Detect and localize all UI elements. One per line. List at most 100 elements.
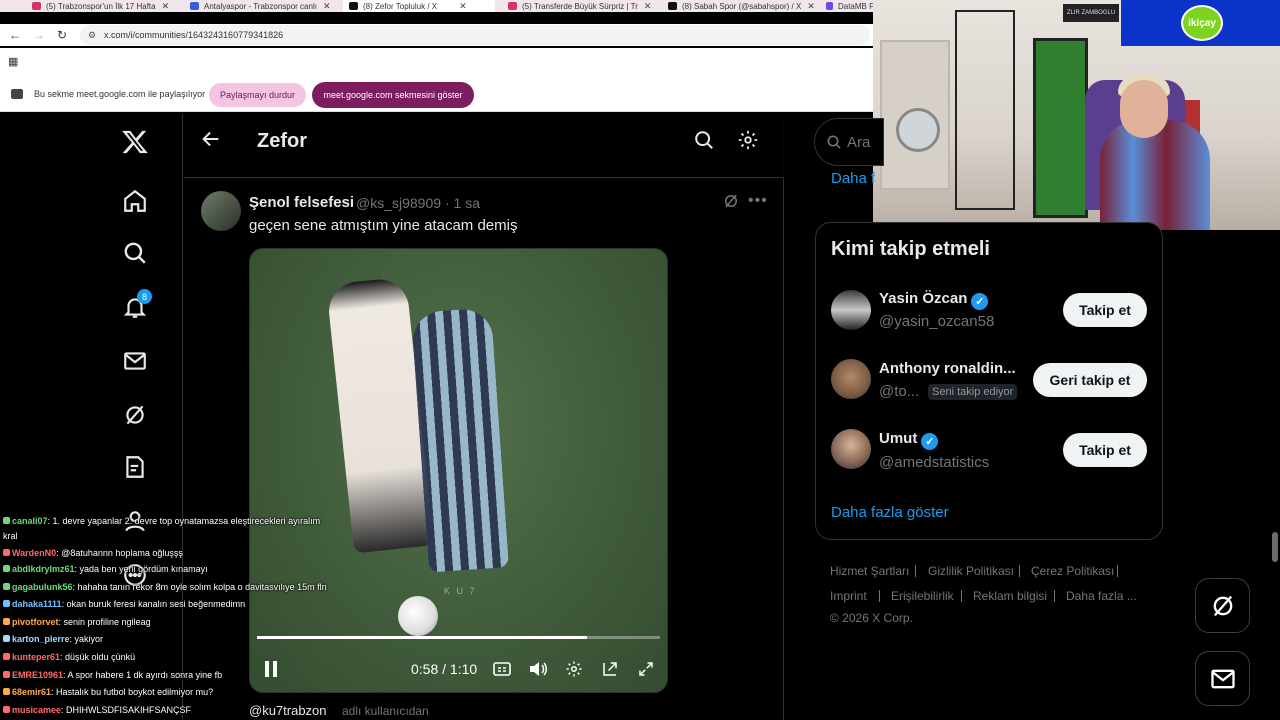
bookmarks-row xyxy=(0,48,873,76)
follow-button[interactable]: Takip et xyxy=(1063,293,1147,327)
grok-fab-button[interactable] xyxy=(1195,578,1250,633)
browser-tab-active[interactable]: (8) Zefor Topluluk / X ✕ xyxy=(343,0,495,12)
webcam-background-fan xyxy=(896,108,940,152)
chat-message: dahaka1111: okan buruk feresi kanalın se… xyxy=(3,599,245,609)
volume-icon[interactable] xyxy=(527,658,549,680)
chat-text: : Hastalık bu futbol boykot edilmiyor mu… xyxy=(51,687,214,697)
browser-tab[interactable]: Antalyaspor - Trabzonspor canlı ✕ xyxy=(190,0,335,12)
footer-link-privacy[interactable]: Gizlilik Politikası xyxy=(928,564,1014,578)
video-frame-ball xyxy=(398,596,438,636)
page-scrollbar[interactable] xyxy=(1272,532,1278,562)
footer-link-imprint[interactable]: Imprint xyxy=(830,589,867,603)
site-info-icon[interactable]: ⚙ xyxy=(88,30,96,41)
grok-icon[interactable] xyxy=(120,400,150,430)
video-settings-icon[interactable] xyxy=(563,658,585,680)
suggestion-avatar[interactable] xyxy=(831,429,871,469)
stop-sharing-button[interactable]: Paylaşmayı durdur xyxy=(209,83,306,107)
drafts-icon[interactable] xyxy=(120,452,150,482)
browser-tab[interactable]: (5) Transferde Büyük Sürpriz | Tr ✕ xyxy=(508,0,656,12)
messages-fab-button[interactable] xyxy=(1195,651,1250,706)
back-arrow-icon[interactable] xyxy=(200,128,224,152)
close-tab-icon[interactable]: ✕ xyxy=(323,1,331,12)
suggestion-name[interactable]: Umut ✓ xyxy=(879,430,939,450)
author-avatar[interactable] xyxy=(201,191,241,231)
footer-link-ads-info[interactable]: Reklam bilgisi xyxy=(973,589,1047,603)
follows-you-badge: Seni takip ediyor xyxy=(928,384,1018,400)
chat-badge-icon xyxy=(3,653,10,660)
chat-username: canali07 xyxy=(12,516,48,526)
chat-badge-icon xyxy=(3,618,10,625)
suggestion-name[interactable]: Yasin Özcan ✓ xyxy=(879,290,989,310)
browser-tab[interactable]: (8) Sabah Spor (@sabahspor) / X ✕ xyxy=(668,0,818,12)
grok-explain-icon[interactable] xyxy=(722,192,740,210)
back-icon[interactable]: ← xyxy=(9,28,21,42)
follow-back-button[interactable]: Geri takip et xyxy=(1033,363,1147,397)
browser-tab[interactable]: DataMB F xyxy=(826,0,873,12)
tab-label: (5) Trabzonspor'un İlk 17 Hafta xyxy=(46,1,156,11)
settings-gear-icon[interactable] xyxy=(737,129,761,153)
url-text[interactable]: x.com/i/communities/1643243160779341826 xyxy=(104,30,283,40)
post-time[interactable]: · 1 sa xyxy=(445,195,480,211)
chat-message: kral xyxy=(3,531,18,541)
home-icon[interactable] xyxy=(120,186,150,216)
suggestion-name[interactable]: Anthony ronaldin... xyxy=(879,360,1016,377)
show-meet-tab-button[interactable]: meet.google.com sekmesini göster xyxy=(312,82,474,108)
suggestion-handle[interactable]: @to... xyxy=(879,383,919,400)
footer-separator xyxy=(879,590,880,602)
stream-logo: ikiçay xyxy=(1181,5,1223,41)
search-icon[interactable] xyxy=(120,238,150,268)
chat-message: kunteper61: düşük oldu çünkü xyxy=(3,652,135,662)
suggestion-name-text: Umut xyxy=(879,430,918,447)
screen-share-icon xyxy=(11,89,23,99)
chat-username: dahaka1111 xyxy=(12,599,62,609)
reload-icon[interactable]: ↻ xyxy=(57,28,67,42)
chat-username: abdlkdrylmz61 xyxy=(12,564,75,574)
close-tab-icon[interactable]: ✕ xyxy=(162,1,170,12)
sidebar-search-icon xyxy=(826,134,842,150)
chat-message: 68emir61: Hastalık bu futbol boykot edil… xyxy=(3,687,213,697)
author-name[interactable]: Şenol felsefesi xyxy=(249,194,354,211)
fullscreen-icon[interactable] xyxy=(635,658,657,680)
footer-link-cookies[interactable]: Çerez Politikası xyxy=(1031,564,1114,578)
community-search-icon[interactable] xyxy=(693,129,717,153)
footer-separator xyxy=(1019,565,1020,577)
chat-message: musicamee: DHIHWLSDFISAKIHFSANÇSF xyxy=(3,705,191,715)
chat-message: EMRE10961: A spor habere 1 dk ayırdı son… xyxy=(3,670,222,680)
who-to-follow-title: Kimi takip etmeli xyxy=(831,238,990,260)
site-icon xyxy=(190,2,199,10)
forward-icon[interactable]: → xyxy=(33,28,45,42)
show-more-link-top[interactable]: Daha f xyxy=(831,170,875,187)
captions-icon[interactable] xyxy=(491,658,513,680)
pip-icon[interactable] xyxy=(599,658,621,680)
chat-message: WardenN0: @8atuhannn hoplama oğluşşş xyxy=(3,548,183,558)
footer-separator xyxy=(915,565,916,577)
suggestion-avatar[interactable] xyxy=(831,290,871,330)
chat-text: : 1. devre yapanlar 2. devre top oynatam… xyxy=(47,516,321,526)
suggestion-avatar[interactable] xyxy=(831,359,871,399)
chat-badge-icon xyxy=(3,549,10,556)
show-more-link[interactable]: Daha fazla göster xyxy=(831,504,949,521)
footer-link-more[interactable]: Daha fazla ... xyxy=(1066,589,1137,603)
mail-icon[interactable] xyxy=(120,346,150,376)
chat-message: canali07: 1. devre yapanlar 2. devre top… xyxy=(3,516,320,526)
notification-badge: 8 xyxy=(137,289,152,304)
post-text: geçen sene atmıştım yine atacam demiş xyxy=(249,217,518,234)
close-tab-icon[interactable]: ✕ xyxy=(807,1,815,12)
tab-label: DataMB F xyxy=(837,1,873,11)
follow-button[interactable]: Takip et xyxy=(1063,433,1147,467)
chat-username: 68emir61 xyxy=(12,687,52,697)
site-icon xyxy=(826,2,833,10)
close-tab-icon[interactable]: ✕ xyxy=(459,1,467,12)
footer-separator xyxy=(1054,590,1055,602)
footer-link-terms[interactable]: Hizmet Şartları xyxy=(830,564,909,578)
more-options-icon[interactable]: ••• xyxy=(748,192,768,210)
close-tab-icon[interactable]: ✕ xyxy=(644,1,652,12)
x-logo-icon[interactable] xyxy=(120,127,150,157)
apps-grid-icon[interactable]: ▦ xyxy=(8,55,18,68)
footer-link-accessibility[interactable]: Erişilebilirlik xyxy=(891,589,954,603)
browser-tab[interactable]: (5) Trabzonspor'un İlk 17 Hafta ✕ xyxy=(32,0,177,12)
suggestion-handle[interactable]: @yasin_ozcan58 xyxy=(879,313,994,330)
chat-text: : hahaha tanın rekor 8m oyle solım kolpa… xyxy=(72,582,327,592)
author-handle[interactable]: @ks_sj98909 xyxy=(356,195,441,211)
suggestion-handle[interactable]: @amedstatistics xyxy=(879,454,989,471)
